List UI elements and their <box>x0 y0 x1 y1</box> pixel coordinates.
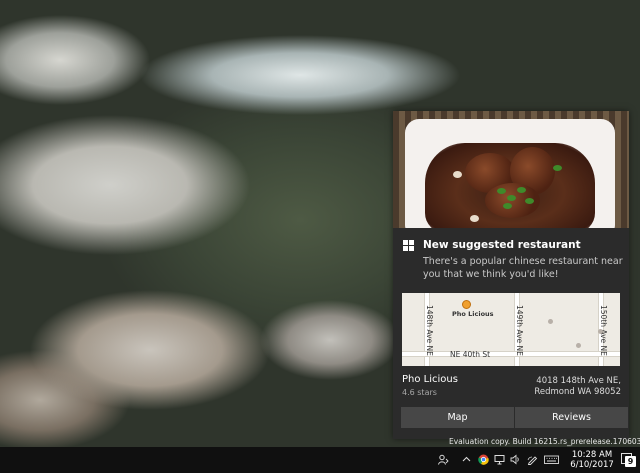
taskbar-clock[interactable]: 10:28 AM 6/10/2017 <box>568 450 616 470</box>
clock-time: 10:28 AM <box>571 450 613 460</box>
notification-count-badge: 9 <box>625 456 636 467</box>
place-address: 4018 148th Ave NE, Redmond WA 98052 <box>534 376 621 397</box>
toast-body-text: There's a popular chinese restaurant nea… <box>423 256 623 280</box>
map-street-label: NE 40th St <box>450 350 491 359</box>
windows-app-icon <box>403 240 414 251</box>
map-pin-label: Pho Licious <box>452 310 494 318</box>
notification-toast[interactable]: New suggested restaurant There's a popul… <box>393 111 629 439</box>
toast-title: New suggested restaurant <box>423 239 581 251</box>
place-name: Pho Licious <box>402 374 458 385</box>
map-pin-icon <box>462 300 471 309</box>
food-plate-image <box>405 119 615 228</box>
keyboard-icon[interactable] <box>544 454 559 465</box>
map-poi-icon <box>576 343 581 348</box>
map-poi-icon <box>598 329 603 334</box>
network-icon[interactable] <box>494 454 505 465</box>
map-street-label: 149th Ave NE <box>515 305 524 356</box>
pen-icon[interactable] <box>527 454 538 465</box>
clock-date: 6/10/2017 <box>570 460 614 470</box>
taskbar: 10:28 AM 6/10/2017 9 <box>0 447 640 473</box>
chrome-icon[interactable] <box>478 454 489 465</box>
toast-header: New suggested restaurant <box>403 239 623 255</box>
volume-icon[interactable] <box>510 454 521 465</box>
map-preview[interactable]: 148th Ave NE 149th Ave NE 150th Ave NE N… <box>402 293 620 366</box>
chevron-up-icon[interactable] <box>461 454 472 465</box>
people-icon[interactable] <box>438 454 449 465</box>
hero-image <box>393 111 629 228</box>
place-rating: 4.6 stars <box>402 388 437 397</box>
action-center-icon[interactable]: 9 <box>619 451 636 468</box>
map-street-label: 148th Ave NE <box>425 305 434 356</box>
map-button[interactable]: Map <box>401 407 514 428</box>
evaluation-watermark: Evaluation copy. Build 16215.rs_prerelea… <box>449 437 640 446</box>
reviews-button[interactable]: Reviews <box>515 407 628 428</box>
map-poi-icon <box>548 319 553 324</box>
